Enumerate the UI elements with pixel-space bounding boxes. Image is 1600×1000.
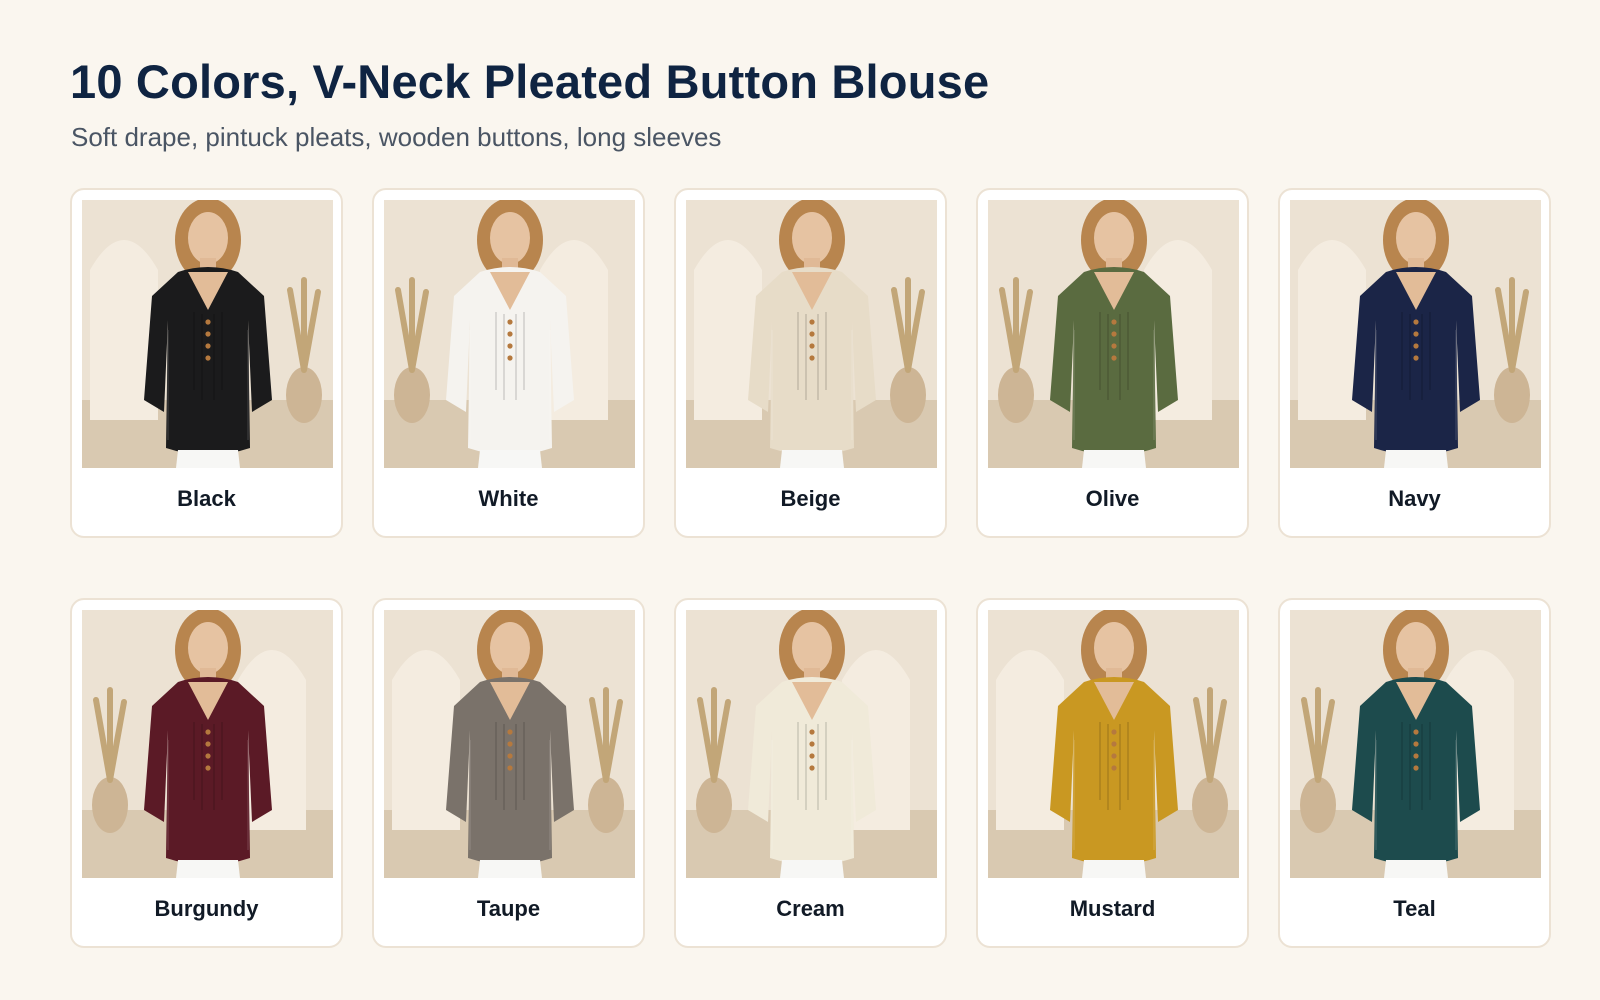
blouse-image bbox=[988, 200, 1239, 468]
blouse-image bbox=[1290, 200, 1541, 468]
product-photo bbox=[988, 610, 1239, 878]
color-card-black[interactable]: Black bbox=[70, 188, 343, 538]
color-card-teal[interactable]: Teal bbox=[1278, 598, 1551, 948]
color-card-beige[interactable]: Beige bbox=[674, 188, 947, 538]
color-card-white[interactable]: White bbox=[372, 188, 645, 538]
color-card-taupe[interactable]: Taupe bbox=[372, 598, 645, 948]
color-card-mustard[interactable]: Mustard bbox=[976, 598, 1249, 948]
color-card-burgundy[interactable]: Burgundy bbox=[70, 598, 343, 948]
color-card-olive[interactable]: Olive bbox=[976, 188, 1249, 538]
product-photo bbox=[686, 200, 937, 468]
color-card-cream[interactable]: Cream bbox=[674, 598, 947, 948]
color-label: Black bbox=[177, 486, 236, 511]
blouse-image bbox=[384, 200, 635, 468]
color-label: Beige bbox=[780, 486, 841, 511]
product-photo bbox=[82, 610, 333, 878]
blouse-image bbox=[686, 200, 937, 468]
blouse-image bbox=[82, 200, 333, 468]
color-label: Navy bbox=[1388, 486, 1441, 511]
page-title: 10 Colors, V-Neck Pleated Button Blouse bbox=[70, 55, 990, 108]
color-label: Taupe bbox=[476, 896, 541, 921]
product-photo bbox=[82, 200, 333, 468]
color-label: Cream bbox=[776, 896, 845, 921]
product-photo bbox=[384, 200, 635, 468]
color-card-navy[interactable]: Navy bbox=[1278, 188, 1551, 538]
blouse-image bbox=[384, 610, 635, 878]
blouse-image bbox=[82, 610, 333, 878]
color-grid: Black White Beige Olive Navy Burgundy Ta… bbox=[70, 188, 1552, 948]
blouse-image bbox=[988, 610, 1239, 878]
color-label: White bbox=[478, 486, 539, 511]
product-photo bbox=[1290, 610, 1541, 878]
color-label: Mustard bbox=[1069, 896, 1156, 921]
color-label: Olive bbox=[1085, 486, 1140, 511]
product-photo bbox=[988, 200, 1239, 468]
product-photo bbox=[384, 610, 635, 878]
blouse-image bbox=[1290, 610, 1541, 878]
product-photo bbox=[686, 610, 937, 878]
product-photo bbox=[1290, 200, 1541, 468]
page-subtitle: Soft drape, pintuck pleats, wooden butto… bbox=[71, 122, 722, 152]
color-label: Burgundy bbox=[154, 896, 259, 921]
color-label: Teal bbox=[1393, 896, 1436, 921]
blouse-image bbox=[686, 610, 937, 878]
